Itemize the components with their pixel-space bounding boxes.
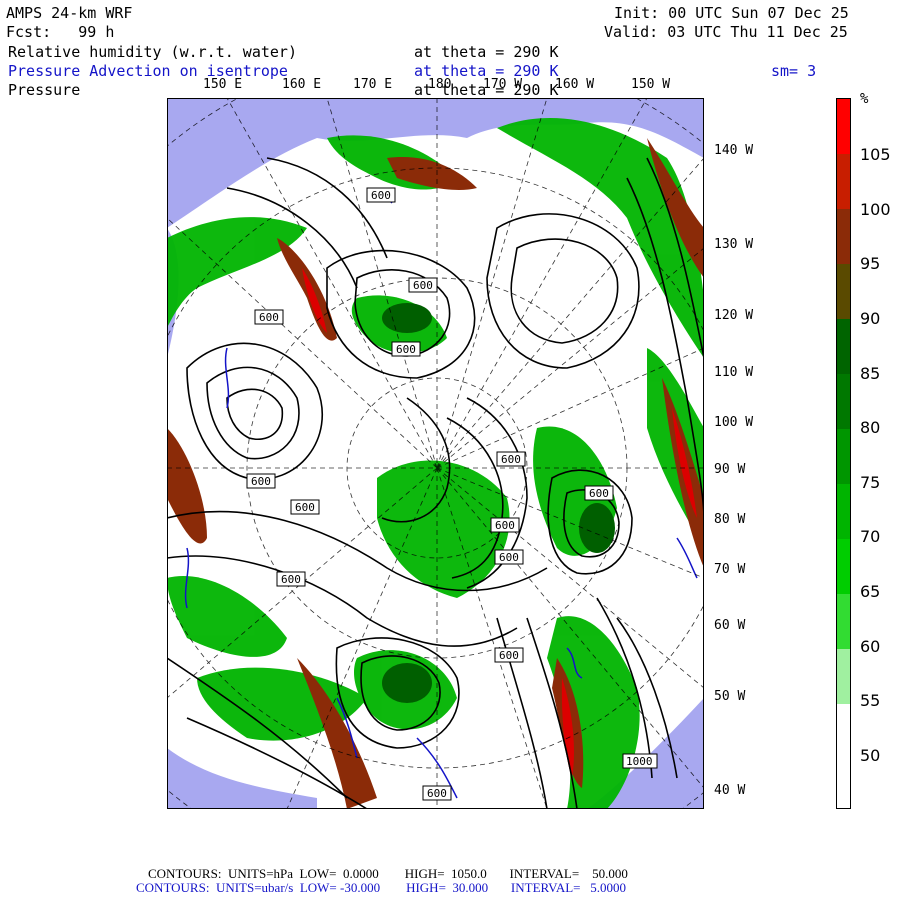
svg-text:600: 600 [396, 343, 416, 356]
lat-label-130w: 130 W [714, 237, 754, 252]
colorbar-tick: 65 [860, 582, 881, 601]
lon-label-170w: 170 W [483, 77, 523, 92]
colorbar-tick: 70 [860, 527, 881, 546]
contour-label: 600 [246, 473, 276, 489]
colorbar-tick: 80 [860, 418, 881, 437]
colorbar-segment [837, 429, 850, 484]
footer-contours-advection: CONTOURS: UNITS=ubar/s LOW= -30.000 HIGH… [136, 880, 627, 895]
colorbar-unit: % [860, 91, 869, 107]
colorbar-segment [837, 484, 850, 539]
svg-text:600: 600 [589, 487, 609, 500]
svg-text:600: 600 [251, 475, 271, 488]
svg-text:600: 600 [501, 453, 521, 466]
colorbar-segment [837, 649, 850, 704]
colorbar-segment [837, 209, 850, 264]
lat-label-70w: 70 W [714, 562, 746, 577]
field-rh-name: Relative humidity (w.r.t. water) [8, 43, 297, 61]
contour-label: 600 [494, 647, 524, 663]
contour-label: 600 [366, 187, 396, 203]
colorbar-tick: 95 [860, 254, 881, 273]
rh-dark-core-3 [579, 503, 615, 553]
colorbar-segment [837, 704, 850, 808]
lat-label-60w: 60 W [714, 618, 746, 633]
contour-label: 600 [422, 785, 452, 801]
contour-label: 600 [584, 485, 614, 501]
svg-text:600: 600 [499, 649, 519, 662]
colorbar-tick: 50 [860, 746, 881, 765]
valid-time: Valid: 03 UTC Thu 11 Dec 25 [604, 23, 848, 41]
lon-label-150e: 150 E [203, 77, 243, 92]
colorbar-segment [837, 99, 850, 154]
colorbar-segment [837, 154, 850, 209]
field-pressure-name: Pressure [8, 81, 81, 99]
contour-label: 600 [276, 571, 306, 587]
lat-label-90w: 90 W [714, 462, 746, 477]
contour-label: 600 [496, 451, 526, 467]
colorbar-tick: 55 [860, 691, 881, 710]
svg-text:600: 600 [371, 189, 391, 202]
contour-label: 600 [391, 341, 421, 357]
lat-label-40w: 40 W [714, 783, 746, 798]
colorbar-segment [837, 594, 850, 649]
rh-dark-core-1 [382, 303, 432, 333]
colorbar-segment [837, 539, 850, 594]
colorbar-tick: 90 [860, 309, 881, 328]
lon-label-180: 180 [428, 77, 452, 92]
svg-text:600: 600 [295, 501, 315, 514]
contour-label: 600 [290, 499, 320, 515]
lat-label-100w: 100 W [714, 415, 754, 430]
model-title: AMPS 24-km WRF [6, 4, 133, 22]
colorbar-tick: 100 [860, 200, 891, 219]
contour-label: 600 [490, 517, 520, 533]
svg-text:600: 600 [413, 279, 433, 292]
colorbar [836, 98, 851, 809]
contour-label: 600 [408, 277, 438, 293]
lon-label-160e: 160 E [282, 77, 322, 92]
lon-label-170e: 170 E [353, 77, 393, 92]
contour-label: 600 [254, 309, 284, 325]
colorbar-tick: 85 [860, 364, 881, 383]
svg-text:600: 600 [499, 551, 519, 564]
contour-label: 1000 [622, 753, 658, 769]
lon-label-160w: 160 W [555, 77, 595, 92]
rh-dark-core-2 [382, 663, 432, 703]
lat-label-120w: 120 W [714, 308, 754, 323]
forecast-hour: Fcst: 99 h [6, 23, 115, 41]
colorbar-segment [837, 264, 850, 319]
svg-text:1000: 1000 [626, 755, 653, 768]
colorbar-tick: 75 [860, 473, 881, 492]
svg-text:600: 600 [427, 787, 447, 800]
svg-text:600: 600 [259, 311, 279, 324]
lat-label-140w: 140 W [714, 143, 754, 158]
svg-text:600: 600 [495, 519, 515, 532]
contour-label: 600 [494, 549, 524, 565]
smoothing-label: sm= 3 [771, 62, 817, 80]
colorbar-segment [837, 374, 850, 429]
map-panel: 600 600 600 600 600 600 600 600 600 600 … [167, 98, 704, 809]
lon-label-150w: 150 W [631, 77, 671, 92]
colorbar-tick: 60 [860, 637, 881, 656]
colorbar-segment [837, 319, 850, 374]
field-advection-name: Pressure Advection on isentrope [8, 62, 288, 80]
lat-label-110w: 110 W [714, 365, 754, 380]
svg-text:600: 600 [281, 573, 301, 586]
colorbar-tick: 105 [860, 145, 891, 164]
field-rh-level: at theta = 290 K [414, 43, 559, 61]
init-time: Init: 00 UTC Sun 07 Dec 25 [614, 4, 849, 22]
lat-label-80w: 80 W [714, 512, 746, 527]
lat-label-50w: 50 W [714, 689, 746, 704]
